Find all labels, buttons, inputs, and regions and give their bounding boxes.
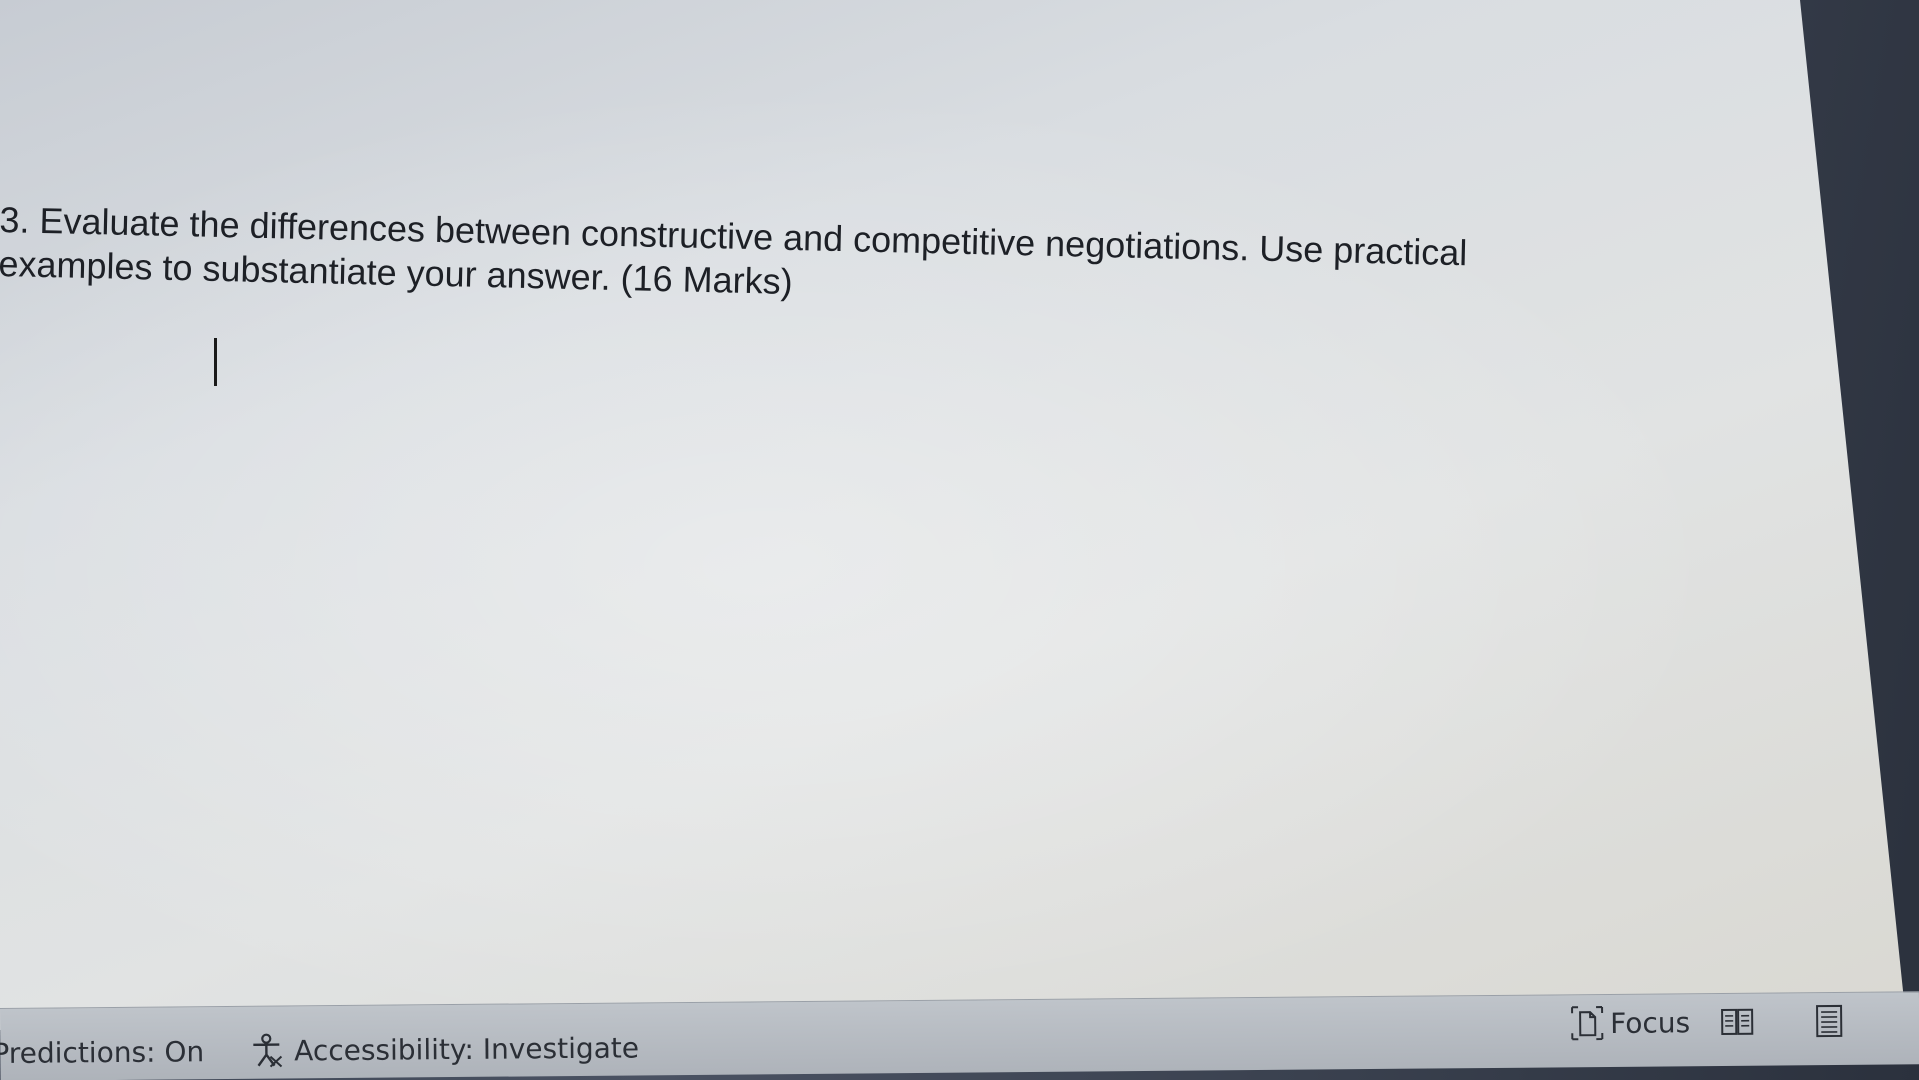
focus-button[interactable]: Focus — [1570, 1004, 1690, 1041]
text-cursor — [214, 338, 217, 386]
status-bar: Predictions: On Accessibility: Investiga… — [0, 991, 1919, 1080]
focus-icon — [1570, 1005, 1604, 1041]
status-right: Focus — [1570, 1003, 1844, 1041]
focus-label: Focus — [1610, 1005, 1691, 1040]
page-shade — [0, 0, 1905, 1030]
screen: 3. Evaluate the differences between cons… — [0, 0, 1919, 1080]
predictions-status[interactable]: Predictions: On — [0, 1035, 204, 1070]
read-mode-button[interactable] — [1720, 1007, 1754, 1037]
accessibility-status[interactable]: Accessibility: Investigate — [248, 1029, 639, 1068]
accessibility-label: Accessibility: Investigate — [294, 1030, 640, 1067]
read-mode-icon — [1720, 1007, 1754, 1037]
print-layout-icon — [1814, 1004, 1844, 1038]
document-page[interactable]: 3. Evaluate the differences between cons… — [0, 0, 1905, 1030]
status-left: Predictions: On Accessibility: Investiga… — [0, 1029, 683, 1071]
accessibility-icon — [248, 1033, 284, 1069]
predictions-label: Predictions: On — [0, 1034, 205, 1070]
question-text: 3. Evaluate the differences between cons… — [0, 198, 1560, 321]
print-layout-button[interactable] — [1814, 1004, 1844, 1038]
